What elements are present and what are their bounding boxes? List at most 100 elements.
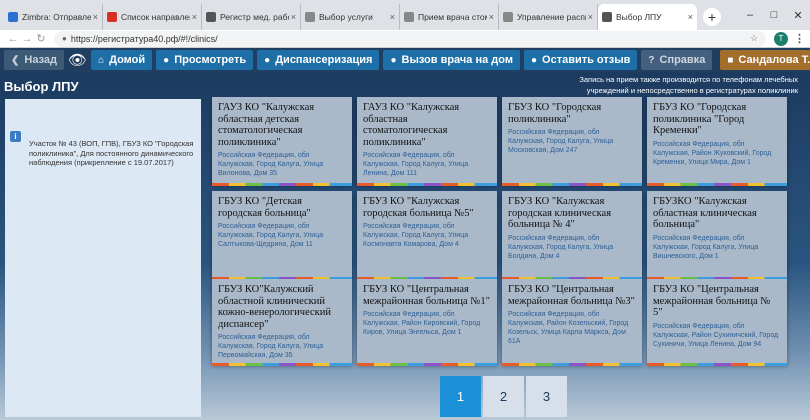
lock-icon: ● xyxy=(62,34,67,43)
clinic-name: ГБУЗ КО "Центральная межрайонная больниц… xyxy=(653,284,771,318)
clinic-card[interactable]: ГБУЗ КО "Городская поликлиника" Российска… xyxy=(502,97,642,186)
speech-bubble-icon: ● xyxy=(390,54,397,66)
info-icon: i xyxy=(10,131,21,142)
clinic-card[interactable]: ГАУЗ КО "Калужская областная детская сто… xyxy=(212,97,352,186)
user-name: Сандалова Т.В. xyxy=(738,54,810,66)
clinic-name: ГБУЗ КО"Калужский областной клинический … xyxy=(218,284,331,330)
call-doctor-button[interactable]: ● Вызов врача на дом xyxy=(383,50,520,70)
clinic-card[interactable]: ГБУЗ КО "Калужская городская больница №5… xyxy=(357,191,497,280)
clinic-address: Российская Федерация, обл Калужская, Гор… xyxy=(508,129,614,154)
page-button[interactable]: 3 xyxy=(526,376,567,417)
clinic-name: ГБУЗ КО "Центральная межрайонная больниц… xyxy=(363,284,490,307)
tab-title: Прием врача стоматол xyxy=(418,12,487,22)
page-button[interactable]: 1 xyxy=(440,376,481,417)
feedback-button[interactable]: ● Оставить отзыв xyxy=(523,50,638,70)
doc-icon xyxy=(404,12,414,22)
page-button[interactable]: 2 xyxy=(483,376,524,417)
clinic-address: Российская Федерация, обл Калужская, Рай… xyxy=(363,311,481,336)
browser-tab[interactable]: Выбор ЛПУ × xyxy=(598,4,697,30)
main-content: Выбор ЛПУ Запись на прием также производ… xyxy=(0,72,810,420)
card-stripe xyxy=(502,183,642,186)
clinic-name: ГБУЗ КО "Городская поликлиника" xyxy=(508,102,602,125)
card-stripe xyxy=(357,363,497,366)
tab-close-icon[interactable]: × xyxy=(291,12,296,22)
view-button-label: Просмотреть xyxy=(174,54,247,66)
clinic-address: Российская Федерация, обл Калужская, Гор… xyxy=(508,234,614,260)
clinic-address: Российская Федерация, обл Калужская, Гор… xyxy=(218,223,324,248)
maximize-icon[interactable]: □ xyxy=(762,9,786,21)
site-nav: ❮ Назад 👁 ⌂ Домой ● Просмотреть ● Диспансери… xyxy=(0,48,810,72)
browser-tab[interactable]: Прием врача стоматол× xyxy=(400,4,499,30)
clinic-card[interactable]: ГБУЗ КО "Центральная межрайонная больниц… xyxy=(647,279,787,366)
tab-title: Управление расписанием xyxy=(517,12,586,22)
back-button[interactable]: ❮ Назад xyxy=(4,50,65,70)
dispensary-button[interactable]: ● Диспансеризация xyxy=(257,50,380,70)
browser-tab[interactable]: Список направлений - × xyxy=(103,4,202,30)
tab-close-icon[interactable]: × xyxy=(688,12,693,22)
help-button[interactable]: ? Справка xyxy=(641,50,713,70)
tab-close-icon[interactable]: × xyxy=(489,12,494,22)
speech-bubble-icon: ● xyxy=(264,54,271,66)
clinic-card[interactable]: ГБУЗ КО "Городская поликлиника "Город Кр… xyxy=(647,97,787,186)
url-text: https://регистратура40.рф/#!/clinics/ xyxy=(70,33,218,44)
browser-tab[interactable]: Регистр мед. работников× xyxy=(202,4,301,30)
clinic-address: Российская Федерация, обл Калужская, Рай… xyxy=(653,322,779,348)
list-icon xyxy=(107,12,117,22)
gear-icon xyxy=(602,12,612,22)
browser-tab[interactable]: Zimbra: Отправлено× xyxy=(4,4,103,30)
minimize-icon[interactable]: – xyxy=(738,9,762,21)
clinic-name: ГБУЗ КО "Детская городская больница" xyxy=(218,196,311,219)
pagination: 123 xyxy=(440,376,567,417)
browser-tab[interactable]: Выбор услуги × xyxy=(301,4,400,30)
account-avatar[interactable]: T xyxy=(774,31,788,46)
star-icon[interactable]: ☆ xyxy=(750,33,758,44)
browser-menu-icon[interactable]: ⋮ xyxy=(794,32,805,45)
attachment-info: Участок № 43 (ВОП, ГПВ), ГБУЗ КО "Городс… xyxy=(29,139,194,167)
clinic-card[interactable]: ГБУЗ КО "Центральная межрайонная больниц… xyxy=(357,279,497,366)
clinic-card[interactable]: ГБУЗ КО "Детская городская больница" Росс… xyxy=(212,191,352,280)
forward-arrow-icon[interactable]: → xyxy=(20,33,34,45)
user-menu-button[interactable]: ■Сандалова Т.В.▼ xyxy=(720,50,810,70)
tab-close-icon[interactable]: × xyxy=(192,12,197,22)
eye-icon[interactable]: 👁 xyxy=(68,50,88,70)
doc-icon xyxy=(503,12,513,22)
call-doctor-button-label: Вызов врача на дом xyxy=(401,54,513,66)
reload-icon[interactable]: ↻ xyxy=(34,32,48,45)
clinic-address: Российская Федерация, обл Калужская, Рай… xyxy=(508,311,629,345)
card-stripe xyxy=(647,363,787,366)
clinic-card[interactable]: ГБУЗ КО "Калужская городская клиническая… xyxy=(502,191,642,280)
tab-title: Zimbra: Отправлено xyxy=(22,12,91,22)
clinic-address: Российская Федерация, обл Калужская, Гор… xyxy=(363,223,469,248)
clinic-card[interactable]: ГБУЗ КО"Калужский областной клинический … xyxy=(212,279,352,366)
speech-bubble-icon: ● xyxy=(530,54,538,66)
address-bar: ← → ↻ ● https://регистратура40.рф/#!/cli… xyxy=(0,30,810,48)
tab-close-icon[interactable]: × xyxy=(588,12,593,22)
view-button[interactable]: ● Просмотреть xyxy=(156,50,254,70)
phone-notice: Запись на прием также производится по те… xyxy=(579,75,798,95)
arrow-left-icon: ❮ xyxy=(11,54,20,66)
card-stripe xyxy=(357,183,497,186)
gear-icon xyxy=(206,12,216,22)
page-title: Выбор ЛПУ xyxy=(4,79,79,94)
clinic-name: ГАУЗ КО "Калужская областная детская сто… xyxy=(218,102,315,148)
clinic-card[interactable]: ГАУЗ КО "Калужская областная стоматологи… xyxy=(357,97,497,186)
home-button[interactable]: ⌂ Домой xyxy=(91,50,153,70)
tab-close-icon[interactable]: × xyxy=(93,12,98,22)
clinic-address: Российская Федерация, обл Калужская, Гор… xyxy=(218,334,324,359)
url-field[interactable]: ● https://регистратура40.рф/#!/clinics/ … xyxy=(54,30,766,47)
close-window-icon[interactable]: ✕ xyxy=(786,9,810,22)
clinic-card[interactable]: ГБУЗ КО "Центральная межрайонная больниц… xyxy=(502,279,642,366)
tab-close-icon[interactable]: × xyxy=(390,12,395,22)
clinic-name: ГБУЗ КО "Калужская городская клиническая… xyxy=(508,196,612,230)
clinic-card[interactable]: ГБУЗКО "Калужская областная клиническая … xyxy=(647,191,787,280)
browser-tab[interactable]: Управление расписанием× xyxy=(499,4,598,30)
card-stripe xyxy=(212,363,352,366)
browser-tab-bar: Zimbra: Отправлено×Список направлений - … xyxy=(0,0,810,30)
clinic-name: ГБУЗ КО "Калужская городская больница №5… xyxy=(363,196,474,219)
user-icon: ■ xyxy=(727,54,734,66)
question-icon: ? xyxy=(648,54,655,66)
back-arrow-icon[interactable]: ← xyxy=(6,33,20,45)
new-tab-button[interactable]: + xyxy=(703,8,721,26)
card-stripe xyxy=(647,183,787,186)
tab-title: Выбор услуги xyxy=(319,12,373,22)
